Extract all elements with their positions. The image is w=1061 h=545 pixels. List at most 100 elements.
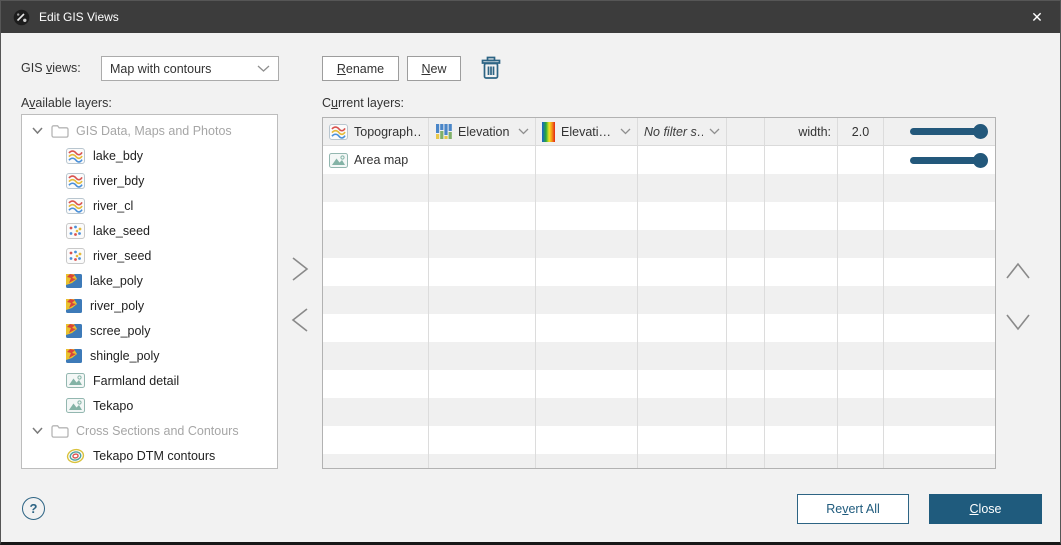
chevron-left-icon <box>291 308 308 332</box>
table-cell <box>536 174 638 202</box>
table-cell <box>536 258 638 286</box>
category-colouring-icon <box>435 123 452 140</box>
table-cell <box>838 230 884 258</box>
table-cell <box>323 398 429 426</box>
chevron-down-icon <box>518 128 529 135</box>
close-button[interactable]: Close <box>929 494 1042 524</box>
gis-views-app-icon <box>13 9 30 26</box>
table-cell <box>429 426 536 454</box>
table-row <box>323 454 995 468</box>
table-cell <box>638 230 727 258</box>
gis-views-label: GIS views: <box>21 61 81 75</box>
dialog-body: GIS views: Map with contours Rename New … <box>1 33 1060 542</box>
opacity-slider-cell[interactable] <box>884 146 995 174</box>
tree-item-label: shingle_poly <box>90 348 160 363</box>
slider-track[interactable] <box>910 128 981 135</box>
slider-knob[interactable] <box>973 124 988 139</box>
tree-item-label: lake_bdy <box>93 148 144 163</box>
tree-layer-row[interactable]: shingle_poly <box>22 343 277 368</box>
table-cell <box>884 258 995 286</box>
table-cell <box>429 286 536 314</box>
tree-expand-chevron-icon[interactable] <box>31 424 44 437</box>
table-cell <box>638 342 727 370</box>
table-cell <box>536 146 638 174</box>
delete-view-button[interactable] <box>477 53 505 85</box>
slider-knob[interactable] <box>973 152 988 168</box>
table-cell <box>536 202 638 230</box>
table-cell <box>638 286 727 314</box>
table-cell <box>838 454 884 468</box>
polygon-icon <box>66 348 82 363</box>
table-row <box>323 342 995 370</box>
layer-name-cell[interactable]: Topograph… <box>323 118 429 145</box>
table-cell <box>638 426 727 454</box>
tree-layer-row[interactable]: Tekapo DTM contours <box>22 443 277 468</box>
current-layers-table: Topograph… Elevation Elevati… No filter s… w… <box>322 117 996 469</box>
image-icon <box>329 152 348 168</box>
tree-layer-row[interactable]: river_cl <box>22 193 277 218</box>
gis-lines-icon <box>66 147 85 164</box>
tree-layer-row[interactable]: Farmland detail <box>22 368 277 393</box>
tree-layer-row[interactable]: Tekapo <box>22 393 277 418</box>
revert-all-button[interactable]: Revert All <box>797 494 909 524</box>
table-cell <box>536 342 638 370</box>
chevron-down-nav-icon <box>1006 314 1030 331</box>
layer-name-cell[interactable]: Area map <box>323 146 429 174</box>
tree-layer-row[interactable]: river_seed <box>22 243 277 268</box>
remove-layer-button[interactable] <box>286 305 314 335</box>
opacity-slider-cell[interactable] <box>884 118 995 145</box>
cell-dropdown[interactable]: No filter s… <box>638 118 727 145</box>
tree-item-label: Tekapo <box>93 398 134 413</box>
gis-views-select[interactable]: Map with contours <box>101 56 279 81</box>
help-button[interactable]: ? <box>22 497 45 520</box>
table-cell <box>884 398 995 426</box>
tree-layer-row[interactable]: lake_seed <box>22 218 277 243</box>
table-row[interactable]: Topograph… Elevation Elevati… No filter s… w… <box>323 118 995 146</box>
tree-expand-chevron-icon[interactable] <box>31 124 44 137</box>
gis-lines-icon <box>329 123 348 140</box>
tree-item-label: river_bdy <box>93 173 145 188</box>
tree-item-label: Cross Sections and Contours <box>76 423 239 438</box>
polygon-icon <box>66 273 82 288</box>
tree-folder-row[interactable]: Cross Sections and Contours <box>22 418 277 443</box>
move-layer-up-button[interactable] <box>1004 256 1032 286</box>
table-cell <box>536 314 638 342</box>
table-cell <box>727 202 765 230</box>
table-cell <box>323 342 429 370</box>
tree-layer-row[interactable]: lake_poly <box>22 268 277 293</box>
table-cell <box>884 454 995 468</box>
tree-item-label: river_poly <box>90 298 145 313</box>
table-cell <box>638 398 727 426</box>
tree-item-label: river_seed <box>93 248 152 263</box>
tree-layer-row[interactable]: river_bdy <box>22 168 277 193</box>
add-layer-button[interactable] <box>286 254 314 284</box>
cell-dropdown[interactable]: Elevation <box>429 118 536 145</box>
points-icon <box>66 247 85 264</box>
chevron-down-icon <box>620 128 631 135</box>
table-cell <box>765 174 838 202</box>
table-cell <box>765 258 838 286</box>
table-cell <box>765 286 838 314</box>
table-cell <box>429 342 536 370</box>
move-layer-down-button[interactable] <box>1004 307 1032 337</box>
table-cell <box>727 258 765 286</box>
table-cell <box>429 258 536 286</box>
table-cell <box>429 230 536 258</box>
close-icon[interactable]: ✕ <box>1014 1 1060 33</box>
cell-dropdown[interactable]: Elevati… <box>536 118 638 145</box>
tree-folder-row[interactable]: GIS Data, Maps and Photos <box>22 118 277 143</box>
table-cell <box>838 174 884 202</box>
tree-layer-row[interactable]: lake_bdy <box>22 143 277 168</box>
table-row[interactable]: Area map <box>323 146 995 174</box>
table-cell <box>727 370 765 398</box>
chevron-up-icon <box>1006 262 1030 279</box>
table-cell <box>638 146 727 174</box>
rename-button[interactable]: Rename <box>322 56 399 81</box>
tree-layer-row[interactable]: scree_poly <box>22 318 277 343</box>
tree-layer-row[interactable]: river_poly <box>22 293 277 318</box>
table-cell <box>884 174 995 202</box>
slider-track[interactable] <box>910 156 981 164</box>
new-button[interactable]: New <box>407 56 461 81</box>
table-cell <box>323 286 429 314</box>
table-cell: 2.0 <box>838 118 884 145</box>
